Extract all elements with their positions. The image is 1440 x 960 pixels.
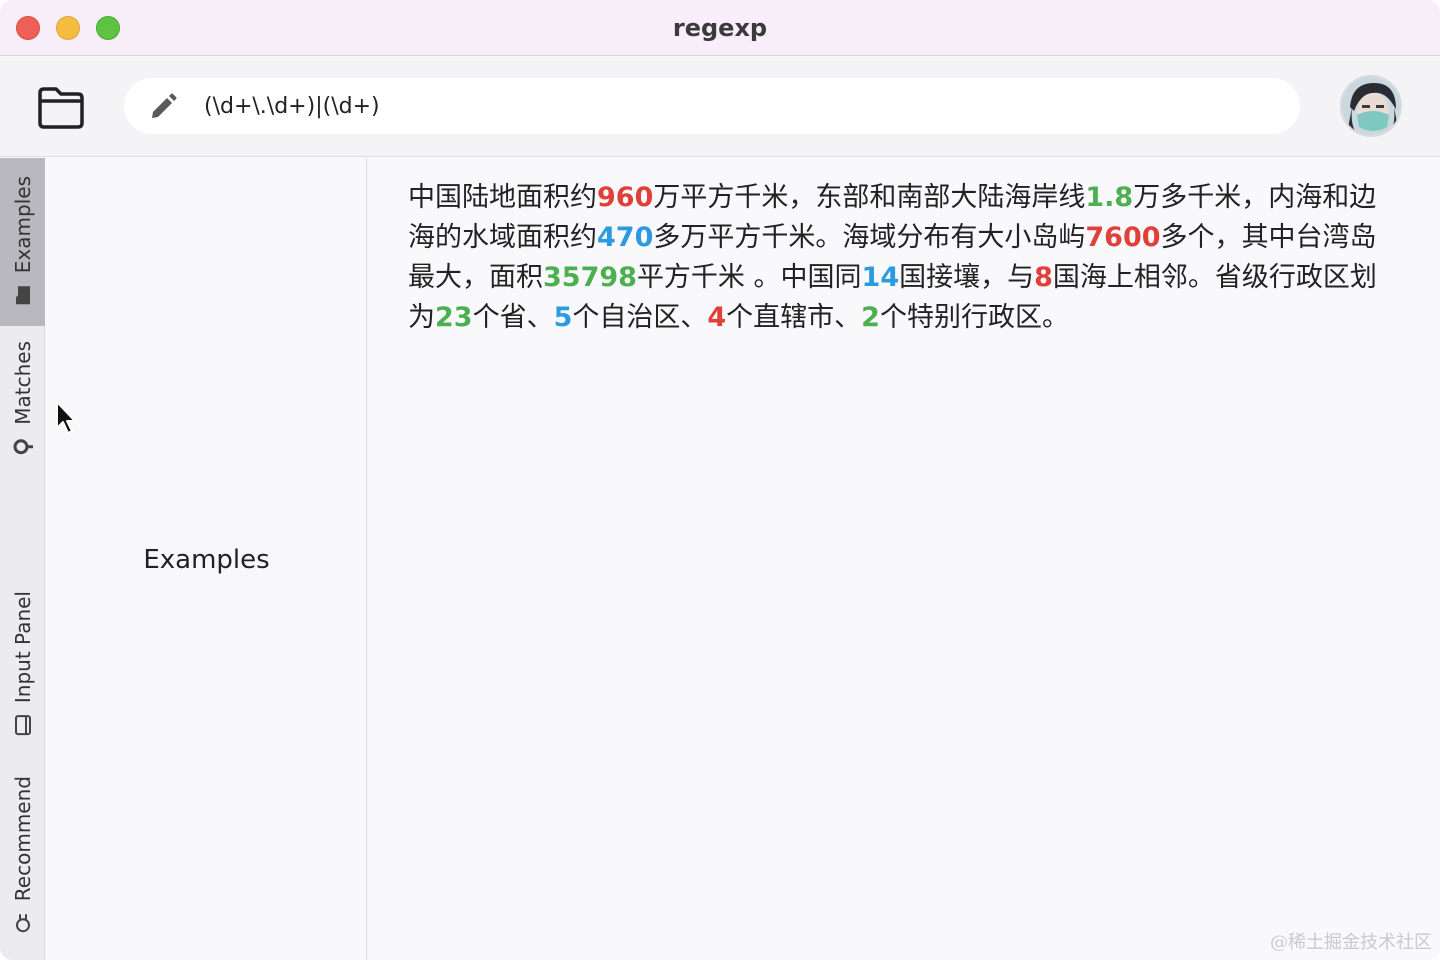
watermark: @稀土掘金技术社区: [1270, 932, 1432, 953]
pencil-icon: [152, 93, 177, 118]
text-segment: 多万平方千米。海域分布有大小岛屿: [653, 222, 1086, 253]
regex-match-highlight: 5: [553, 302, 573, 333]
lightbulb-icon: [11, 912, 35, 936]
panel-icon: [11, 713, 35, 737]
open-folder-button[interactable]: [36, 85, 88, 129]
regex-match-highlight: 8: [1034, 262, 1053, 293]
tab-label: Matches: [10, 341, 35, 425]
examples-panel: Examples: [46, 158, 367, 960]
match-icon: [11, 435, 35, 459]
tab-matches[interactable]: Matches: [0, 330, 45, 470]
app-window: regexp (\d+\.\d+)|(\d+) Examples Matches…: [0, 0, 1440, 960]
regex-input[interactable]: [204, 88, 1284, 124]
regex-match-highlight: 4: [707, 302, 727, 333]
matched-text[interactable]: 中国陆地面积约960万平方千米，东部和南部大陆海岸线1.8万多千米，内海和边海的…: [408, 178, 1388, 338]
text-segment: 个省、: [472, 302, 554, 333]
folder-icon: [38, 87, 84, 129]
regex-match-highlight: 7600: [1085, 222, 1161, 253]
text-display: 中国陆地面积约960万平方千米，东部和南部大陆海岸线1.8万多千米，内海和边海的…: [368, 158, 1440, 960]
regex-match-highlight: 23: [435, 302, 473, 333]
regex-field: [124, 78, 1300, 134]
regex-match-highlight: 35798: [543, 262, 637, 293]
title-bar: regexp: [0, 0, 1440, 56]
window-title: regexp: [672, 14, 768, 42]
toolbar: [0, 57, 1440, 157]
user-avatar[interactable]: [1340, 75, 1402, 137]
tab-input-panel[interactable]: Input Panel: [0, 578, 45, 750]
regex-match-highlight: 14: [861, 262, 900, 293]
text-segment: 个特别行政区。: [879, 302, 1069, 333]
mouse-cursor-icon: [56, 401, 76, 434]
folder-icon: [11, 284, 35, 308]
text-segment: 个直辖市、: [726, 302, 862, 333]
text-segment: 国接壤，与: [899, 262, 1035, 293]
tab-recommend[interactable]: Recommend: [0, 762, 45, 950]
regex-match-highlight: 470: [597, 222, 654, 253]
regex-match-highlight: 960: [597, 182, 654, 213]
regex-match-highlight: 2: [861, 302, 880, 333]
text-segment: 个自治区、: [572, 302, 708, 333]
panel-title: Examples: [143, 545, 270, 575]
tab-label: Input Panel: [10, 590, 35, 704]
text-segment: 中国陆地面积约: [408, 182, 597, 213]
tab-label: Examples: [10, 176, 35, 274]
tab-label: Recommend: [10, 776, 35, 902]
tab-examples[interactable]: Examples: [0, 158, 45, 326]
text-segment: 万平方千米，东部和南部大陆海岸线: [653, 182, 1086, 213]
vertical-tab-rail: Examples Matches Input Panel Recommend: [0, 158, 45, 960]
regex-match-highlight: 1.8: [1085, 182, 1134, 213]
text-segment: 平方千米 。中国同: [636, 262, 862, 293]
